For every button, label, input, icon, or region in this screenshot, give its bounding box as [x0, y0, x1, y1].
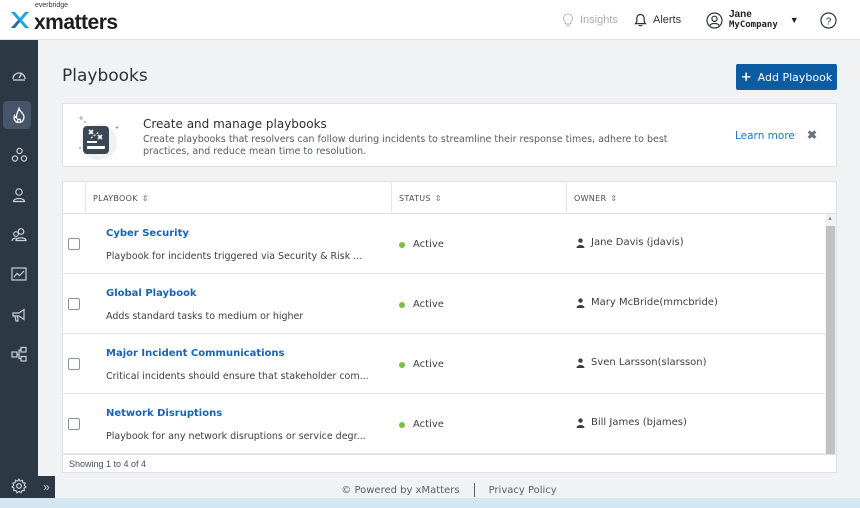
page-title: Playbooks [62, 66, 148, 86]
row-checkbox[interactable] [68, 358, 80, 370]
sidebar-item-dashboard[interactable] [0, 61, 38, 89]
insights-link[interactable]: Insights [562, 0, 618, 40]
status-badge: Active [399, 239, 444, 250]
workflows-icon [11, 346, 27, 362]
playbook-name-link[interactable]: Network Disruptions [106, 408, 222, 419]
table-scrollbar[interactable]: ▲ [825, 214, 836, 454]
sidebar-item-playbooks[interactable] [0, 101, 38, 129]
left-sidebar [0, 40, 38, 508]
privacy-policy-link[interactable]: Privacy Policy [489, 485, 557, 496]
sidebar-item-groups[interactable] [0, 141, 38, 169]
flame-icon [13, 106, 25, 123]
help-button[interactable]: ? [820, 0, 843, 40]
person-icon [576, 417, 585, 428]
close-icon[interactable]: ✖ [807, 128, 817, 142]
sidebar-item-settings[interactable] [0, 472, 38, 500]
row-checkbox[interactable] [68, 238, 80, 250]
top-header: everbridge xmatters Insights Alerts Jane… [0, 0, 860, 40]
playbook-owner: Bill James (bjames) [576, 417, 687, 428]
select-column-header [63, 182, 85, 214]
alerts-label: Alerts [653, 14, 682, 26]
status-dot-icon [399, 301, 405, 308]
playbook-owner: Mary McBride(mmcbride) [576, 297, 718, 308]
playbook-description: Playbook for incidents triggered via Sec… [106, 251, 363, 262]
powered-by-text: © Powered by xMatters [341, 484, 460, 496]
table-header: PLAYBOOK ⇕ STATUS ⇕ OWNER ⇕ [63, 182, 836, 214]
sort-icon: ⇕ [434, 193, 442, 203]
banner-title: Create and manage playbooks [143, 117, 327, 131]
plus-icon: + [740, 69, 752, 85]
status-badge: Active [399, 299, 444, 310]
playbooks-table: PLAYBOOK ⇕ STATUS ⇕ OWNER ⇕ Cyber Securi… [62, 181, 837, 473]
user-name: Jane [729, 9, 752, 20]
user-menu[interactable]: Jane MyCompany ▼ [706, 0, 799, 40]
status-badge: Active [399, 359, 444, 370]
add-playbook-button[interactable]: + Add Playbook [736, 64, 837, 90]
learn-more-link[interactable]: Learn more [735, 130, 795, 142]
table-row: Major Incident Communications Critical i… [63, 334, 825, 394]
lightbulb-icon [562, 12, 574, 26]
sort-icon: ⇕ [141, 193, 149, 203]
status-dot-icon [399, 361, 405, 368]
help-icon: ? [820, 11, 837, 29]
sort-icon: ⇕ [610, 193, 618, 203]
groups-icon [11, 147, 27, 162]
status-badge: Active [399, 419, 444, 430]
bell-icon [634, 13, 647, 27]
user-company: MyCompany [729, 20, 778, 30]
table-row: Global Playbook Adds standard tasks to m… [63, 274, 825, 334]
playbook-description: Adds standard tasks to medium or higher [106, 311, 304, 322]
playbook-owner: Sven Larsson(slarsson) [576, 357, 707, 368]
status-dot-icon [399, 421, 405, 428]
playbook-owner: Jane Davis (jdavis) [576, 237, 684, 248]
megaphone-icon [12, 308, 25, 322]
sidebar-item-users[interactable] [0, 181, 38, 209]
xmatters-logo-mark-icon [11, 12, 29, 28]
person-icon [576, 237, 585, 248]
row-checkbox[interactable] [68, 298, 80, 310]
help-label: ? [826, 16, 832, 27]
playbook-description: Playbook for any network disruptions or … [106, 431, 366, 442]
column-header-status[interactable]: STATUS ⇕ [391, 182, 566, 214]
user-icon [12, 188, 26, 203]
info-banner: Create and manage playbooks Create playb… [62, 103, 837, 167]
column-header-owner[interactable]: OWNER ⇕ [566, 182, 836, 214]
add-playbook-label: Add Playbook [757, 70, 833, 84]
alerts-link[interactable]: Alerts [634, 0, 681, 40]
dashboard-icon [12, 72, 26, 81]
table-row: Cyber Security Playbook for incidents tr… [63, 214, 825, 274]
scrollbar-thumb[interactable] [826, 226, 835, 454]
gear-icon [11, 478, 27, 494]
playbook-illustration-icon [79, 116, 119, 160]
footer-divider [473, 483, 475, 497]
sidebar-item-workflows[interactable] [0, 340, 38, 368]
table-footer: Showing 1 to 4 of 4 [63, 454, 836, 472]
column-header-playbook[interactable]: PLAYBOOK ⇕ [85, 182, 391, 214]
chevron-down-icon: ▼ [789, 15, 799, 25]
status-dot-icon [399, 241, 405, 248]
sidebar-item-messaging[interactable] [0, 301, 38, 329]
banner-description: Create playbooks that resolvers can foll… [143, 134, 668, 157]
xmatters-logo[interactable]: everbridge xmatters [9, 2, 118, 35]
row-checkbox[interactable] [68, 418, 80, 430]
person-icon [576, 297, 585, 308]
logo-name: xmatters [34, 11, 118, 34]
table-row: Network Disruptions Playbook for any net… [63, 394, 825, 454]
playbook-name-link[interactable]: Global Playbook [106, 288, 197, 299]
sidebar-item-reports[interactable] [0, 260, 38, 288]
reports-icon [11, 267, 27, 281]
playbook-name-link[interactable]: Cyber Security [106, 228, 189, 239]
playbook-description: Critical incidents should ensure that st… [106, 371, 369, 382]
sidebar-item-teams[interactable] [0, 221, 38, 249]
bottom-strip [0, 498, 860, 508]
scroll-up-icon[interactable]: ▲ [827, 216, 833, 222]
person-icon [576, 357, 585, 368]
page-footer: © Powered by xMatters Privacy Policy [38, 480, 860, 500]
logo-small-text: everbridge [35, 2, 69, 9]
users-icon [10, 228, 27, 242]
user-avatar-icon [706, 11, 723, 29]
insights-label: Insights [580, 14, 618, 26]
playbook-name-link[interactable]: Major Incident Communications [106, 348, 284, 359]
